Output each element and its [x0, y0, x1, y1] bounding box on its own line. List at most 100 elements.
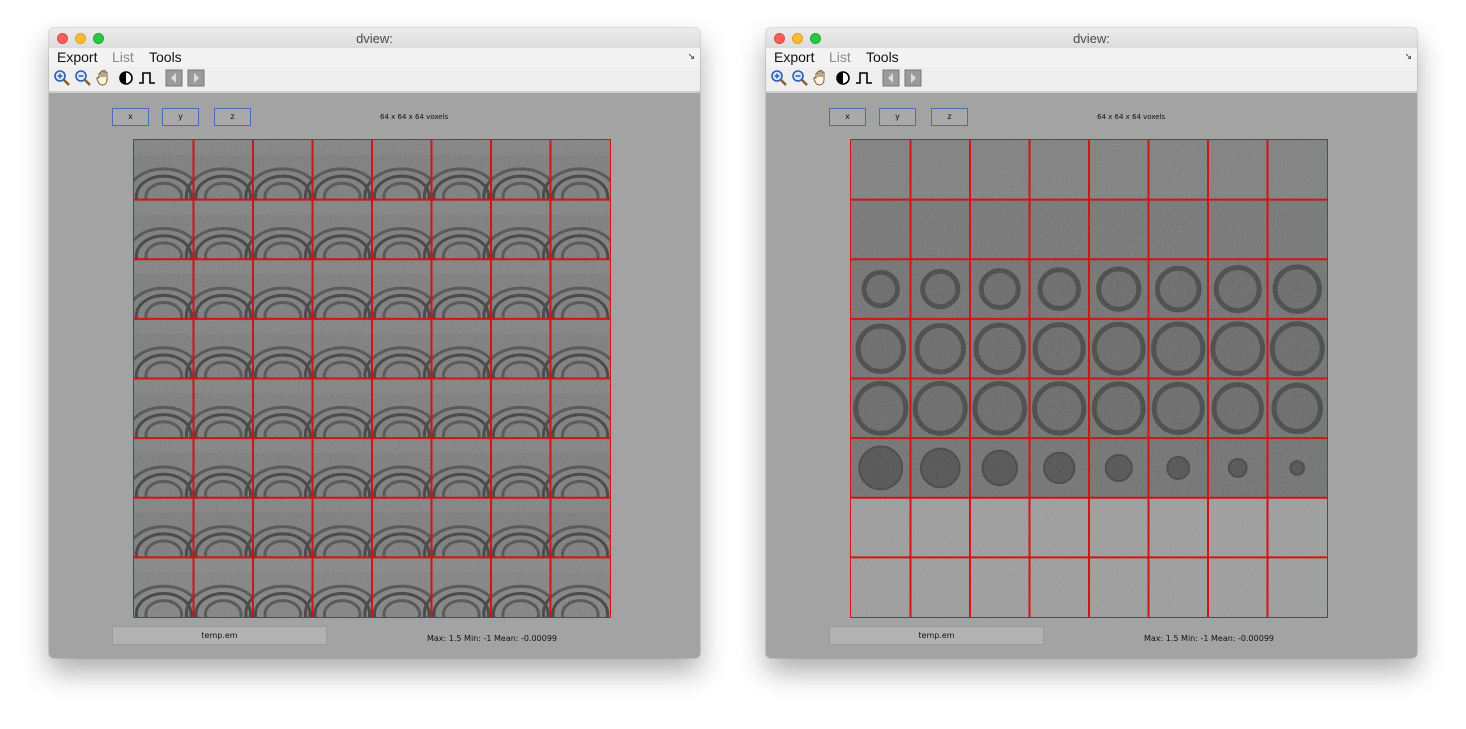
slice-tile[interactable]	[970, 557, 1030, 617]
slice-tile[interactable]	[1208, 497, 1268, 558]
slice-tile[interactable]	[1208, 378, 1268, 439]
slice-tile[interactable]	[1267, 557, 1328, 617]
slice-tile[interactable]	[910, 557, 971, 617]
slice-tile[interactable]	[851, 378, 911, 439]
slice-tile[interactable]	[910, 438, 971, 498]
slice-tile[interactable]	[970, 438, 1030, 498]
slice-tile[interactable]	[1089, 557, 1149, 617]
slice-tile[interactable]	[910, 378, 971, 439]
previous-arrow-icon[interactable]	[165, 69, 183, 87]
slice-tile[interactable]	[1208, 438, 1268, 498]
slice-tile[interactable]	[482, 557, 560, 617]
slice-tile[interactable]	[851, 497, 911, 558]
slice-tile[interactable]	[851, 259, 911, 319]
pulse-icon[interactable]	[855, 69, 873, 87]
slice-tile[interactable]	[1029, 497, 1090, 558]
z-axis-button[interactable]: z	[214, 108, 251, 126]
slice-tile[interactable]	[970, 199, 1030, 260]
pulse-icon[interactable]	[138, 69, 156, 87]
slice-tile[interactable]	[422, 557, 500, 617]
slice-tile[interactable]	[851, 438, 911, 498]
zoom-in-icon[interactable]	[770, 69, 788, 87]
slice-tile[interactable]	[910, 318, 971, 379]
slice-tile[interactable]	[851, 140, 911, 200]
slice-tile[interactable]	[1267, 259, 1328, 319]
title-bar[interactable]: dview:	[766, 28, 1417, 49]
z-axis-button[interactable]: z	[931, 108, 968, 126]
slice-tile[interactable]	[1208, 199, 1268, 260]
slice-tile[interactable]	[1148, 199, 1209, 260]
montage-canvas[interactable]	[134, 140, 610, 617]
menu-export[interactable]: Export	[774, 49, 814, 65]
slice-tile[interactable]	[1208, 140, 1268, 200]
previous-arrow-icon[interactable]	[882, 69, 900, 87]
zoom-out-icon[interactable]	[791, 69, 809, 87]
slice-tile[interactable]	[184, 557, 262, 617]
slice-tile[interactable]	[1089, 259, 1149, 319]
zoom-out-icon[interactable]	[74, 69, 92, 87]
filename-field[interactable]: temp.em	[829, 626, 1044, 645]
pan-hand-icon[interactable]	[95, 69, 113, 87]
contrast-icon[interactable]	[834, 69, 852, 87]
zoom-in-icon[interactable]	[53, 69, 71, 87]
menu-list[interactable]: List	[829, 49, 851, 65]
slice-tile[interactable]	[851, 318, 911, 379]
slice-tile[interactable]	[541, 557, 610, 617]
slice-tile[interactable]	[1148, 140, 1209, 200]
slice-tile[interactable]	[1267, 318, 1328, 379]
slice-tile[interactable]	[1089, 140, 1149, 200]
slice-montage[interactable]	[133, 139, 611, 618]
slice-tile[interactable]	[970, 497, 1030, 558]
slice-tile[interactable]	[1148, 378, 1209, 439]
slice-tile[interactable]	[1148, 438, 1209, 498]
pan-hand-icon[interactable]	[812, 69, 830, 87]
slice-tile[interactable]	[970, 140, 1030, 200]
slice-tile[interactable]	[1208, 557, 1268, 617]
slice-tile[interactable]	[1029, 318, 1090, 379]
slice-tile[interactable]	[1148, 497, 1209, 558]
slice-tile[interactable]	[1029, 557, 1090, 617]
y-axis-button[interactable]: y	[162, 108, 199, 126]
x-axis-button[interactable]: x	[829, 108, 866, 126]
slice-tile[interactable]	[134, 557, 203, 617]
slice-tile[interactable]	[851, 199, 911, 260]
slice-tile[interactable]	[1089, 497, 1149, 558]
filename-field[interactable]: temp.em	[112, 626, 327, 645]
slice-tile[interactable]	[851, 557, 911, 617]
slice-tile[interactable]	[1267, 438, 1328, 498]
slice-tile[interactable]	[363, 557, 441, 617]
next-arrow-icon[interactable]	[904, 69, 922, 87]
slice-tile[interactable]	[1029, 259, 1090, 319]
slice-tile[interactable]	[1029, 378, 1090, 439]
slice-tile[interactable]	[1089, 199, 1149, 260]
slice-tile[interactable]	[1208, 259, 1268, 319]
slice-tile[interactable]	[910, 497, 971, 558]
title-bar[interactable]: dview:	[49, 28, 700, 49]
montage-canvas[interactable]	[851, 140, 1327, 617]
next-arrow-icon[interactable]	[187, 69, 205, 87]
slice-tile[interactable]	[970, 259, 1030, 319]
slice-tile[interactable]	[1089, 378, 1149, 439]
y-axis-button[interactable]: y	[879, 108, 916, 126]
slice-tile[interactable]	[1267, 378, 1328, 439]
slice-tile[interactable]	[1148, 318, 1209, 379]
dock-arrow-icon[interactable]: ↘	[687, 51, 695, 62]
contrast-icon[interactable]	[117, 69, 135, 87]
slice-tile[interactable]	[1089, 318, 1149, 379]
menu-list[interactable]: List	[112, 49, 134, 65]
x-axis-button[interactable]: x	[112, 108, 149, 126]
slice-tile[interactable]	[970, 318, 1030, 379]
slice-tile[interactable]	[303, 557, 381, 617]
slice-tile[interactable]	[1148, 259, 1209, 319]
slice-tile[interactable]	[1029, 140, 1090, 200]
menu-export[interactable]: Export	[57, 49, 97, 65]
slice-tile[interactable]	[1267, 140, 1328, 200]
slice-tile[interactable]	[1029, 438, 1090, 498]
slice-tile[interactable]	[1267, 199, 1328, 260]
menu-tools[interactable]: Tools	[866, 49, 899, 65]
menu-tools[interactable]: Tools	[149, 49, 182, 65]
slice-tile[interactable]	[1148, 557, 1209, 617]
dock-arrow-icon[interactable]: ↘	[1404, 51, 1412, 62]
slice-tile[interactable]	[910, 140, 971, 200]
slice-montage[interactable]	[850, 139, 1328, 618]
